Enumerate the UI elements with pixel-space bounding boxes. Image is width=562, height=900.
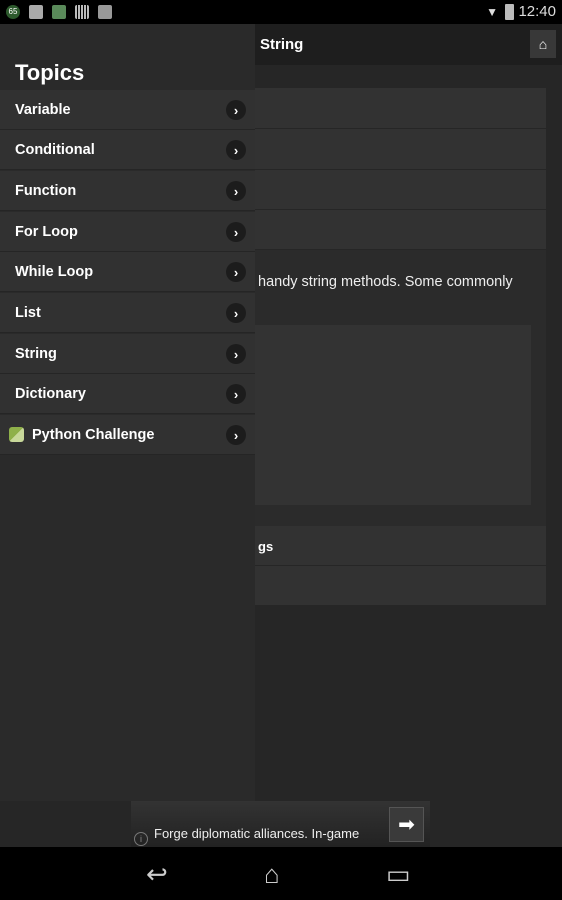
chevron-right-icon: › — [226, 344, 246, 364]
item-label: List — [15, 304, 41, 321]
home-icon: ⌂ — [538, 36, 548, 52]
code-block — [255, 325, 531, 505]
drawer-item-list[interactable]: List › — [0, 293, 255, 333]
chevron-right-icon: › — [226, 425, 246, 445]
clipboard-icon — [98, 5, 112, 19]
home-icon[interactable]: ⌂ — [264, 859, 280, 890]
python-icon — [9, 427, 24, 442]
item-label: Variable — [15, 101, 71, 118]
clock: 12:40 — [518, 3, 556, 20]
drawer-item-dictionary[interactable]: Dictionary › — [0, 374, 255, 414]
ad-banner[interactable]: i Forge diplomatic alliances. In-game ➡ — [131, 801, 430, 847]
navigation-bar: ↩ ⌂ ▭ — [0, 847, 562, 900]
image-icon — [29, 5, 43, 19]
item-label: String — [15, 345, 57, 362]
ad-arrow-button[interactable]: ➡ — [389, 807, 424, 842]
page-title: String — [260, 36, 304, 53]
chevron-right-icon: › — [226, 303, 246, 323]
drawer-item-conditional[interactable]: Conditional › — [0, 130, 255, 170]
back-icon[interactable]: ↩ — [146, 859, 168, 890]
info-icon[interactable]: i — [134, 832, 148, 846]
ad-text: Forge diplomatic alliances. In-game — [154, 826, 360, 841]
content-row[interactable] — [255, 210, 546, 250]
chevron-right-icon: › — [226, 384, 246, 404]
item-label: Python Challenge — [32, 426, 155, 443]
drawer-item-while-loop[interactable]: While Loop › — [0, 252, 255, 292]
chevron-right-icon: › — [226, 222, 246, 242]
item-label: For Loop — [15, 223, 78, 240]
content-row[interactable] — [255, 129, 546, 170]
content-row[interactable] — [255, 566, 546, 606]
drawer-item-for-loop[interactable]: For Loop › — [0, 212, 255, 252]
drawer-item-python-challenge[interactable]: Python Challenge › — [0, 415, 255, 455]
content-row[interactable] — [255, 88, 546, 129]
navigation-drawer: Topics Variable › Conditional › Function › … — [0, 24, 255, 801]
drawer-item-string[interactable]: String › — [0, 334, 255, 374]
item-label: While Loop — [15, 263, 94, 280]
wifi-icon: ▼ — [486, 5, 498, 19]
app-icon — [52, 5, 66, 19]
status-bar: 65 ▼ 12:40 — [0, 0, 562, 24]
chevron-right-icon: › — [226, 181, 246, 201]
chevron-right-icon: › — [226, 140, 246, 160]
battery-icon — [505, 4, 514, 20]
barcode-icon — [75, 5, 89, 19]
row-label: gs — [258, 539, 274, 554]
drawer-item-function[interactable]: Function › — [0, 171, 255, 211]
home-button[interactable]: ⌂ — [530, 30, 556, 58]
drawer-title: Topics — [15, 60, 85, 85]
item-label: Conditional — [15, 141, 95, 158]
content-paragraph: handy string methods. Some commonly — [258, 274, 513, 290]
drawer-item-variable[interactable]: Variable › — [0, 90, 255, 130]
recents-icon[interactable]: ▭ — [386, 859, 411, 890]
chevron-right-icon: › — [226, 262, 246, 282]
content-row[interactable] — [255, 170, 546, 210]
arrow-right-icon: ➡ — [398, 814, 415, 836]
chevron-right-icon: › — [226, 100, 246, 120]
item-label: Function — [15, 182, 77, 199]
content-row[interactable]: gs — [255, 526, 546, 566]
item-label: Dictionary — [15, 385, 86, 402]
badge-icon: 65 — [6, 5, 20, 19]
